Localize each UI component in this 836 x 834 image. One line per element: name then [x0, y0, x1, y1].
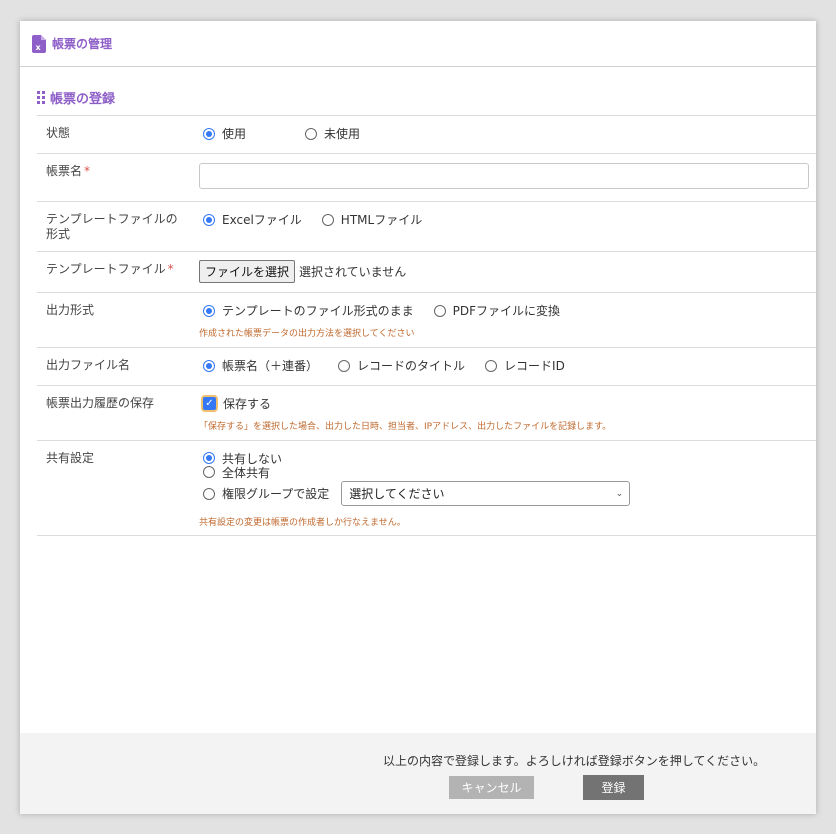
filename-option-record-id[interactable]: レコードID — [481, 357, 565, 374]
excel-file-icon: x — [32, 34, 46, 53]
footer-message: 以上の内容で登録します。よろしければ登録ボタンを押してください。 — [383, 754, 766, 768]
filename-option-record-title[interactable]: レコードのタイトル — [334, 357, 465, 374]
report-name-input[interactable] — [199, 163, 809, 189]
chevron-down-icon: ⌄ — [615, 488, 624, 499]
register-button[interactable]: 登録 — [583, 775, 644, 800]
sharing-hint: 共有設定の変更は帳票の作成者しか行なえません。 — [199, 518, 406, 528]
template-format-label: テンプレートファイルの形式 — [46, 212, 178, 241]
section-title: 帳票の登録 — [37, 88, 115, 107]
form-row-output-format: 出力形式 テンプレートのファイル形式のまま PDFファイルに変換 作成された帳票… — [37, 292, 816, 347]
radio-icon[interactable] — [338, 359, 351, 372]
form-row-sharing: 共有設定 共有しない 全体共有 権限グループで設定 選択してください ⌄ 共有設定… — [37, 440, 816, 536]
name-label: 帳票名 * — [46, 164, 91, 178]
file-status-text: 選択されていません — [299, 265, 407, 279]
status-option-active[interactable]: 使用 — [199, 125, 285, 142]
template-file-label: テンプレートファイル * — [46, 262, 174, 276]
history-label: 帳票出力履歴の保存 — [46, 396, 155, 410]
required-mark: * — [167, 262, 174, 276]
radio-icon[interactable] — [433, 304, 446, 317]
radio-selected-icon[interactable] — [203, 452, 215, 464]
radio-icon[interactable] — [485, 359, 498, 372]
history-hint: 「保存する」を選択した場合、出力した日時、担当者、IPアドレス、出力したファイル… — [199, 422, 612, 432]
grid-dots-icon — [37, 91, 45, 104]
checkbox-checked-icon[interactable]: ✓ — [203, 397, 216, 410]
form-row-name: 帳票名 * — [37, 153, 816, 201]
cancel-button[interactable]: キャンセル — [449, 776, 534, 799]
sharing-option-all[interactable]: 全体共有 — [199, 464, 270, 481]
radio-selected-icon[interactable] — [203, 359, 215, 372]
section-title-text: 帳票の登録 — [50, 92, 116, 107]
form-row-template-file: テンプレートファイル * ファイルを選択 選択されていません — [37, 251, 816, 292]
radio-icon[interactable] — [305, 127, 317, 140]
panel-header: x 帳票の管理 — [20, 21, 816, 67]
sharing-label: 共有設定 — [46, 451, 95, 465]
svg-text:x: x — [36, 43, 42, 52]
radio-icon[interactable] — [321, 213, 334, 226]
registration-form: 状態 使用 未使用 帳票名 * テンプレートファイルの形式 Excelファイル H… — [37, 115, 816, 536]
status-option-inactive[interactable]: 未使用 — [301, 125, 360, 142]
output-format-hint: 作成された帳票データの出力方法を選択してください — [199, 329, 415, 339]
output-option-pdf[interactable]: PDFファイルに変換 — [430, 302, 560, 319]
radio-icon[interactable] — [203, 487, 215, 500]
required-mark: * — [84, 164, 91, 178]
permission-group-select[interactable]: 選択してください ⌄ — [341, 481, 631, 506]
filename-option-report-name[interactable]: 帳票名（＋連番） — [199, 357, 318, 374]
sharing-option-group[interactable]: 権限グループで設定 — [199, 485, 329, 502]
page-title: 帳票の管理 — [52, 37, 113, 51]
report-management-panel: x 帳票の管理 帳票の登録 状態 使用 未使用 帳票名 * テンプレートファイルの… — [20, 21, 816, 814]
form-row-status: 状態 使用 未使用 — [37, 115, 816, 153]
form-row-output-filename: 出力ファイル名 帳票名（＋連番） レコードのタイトル レコードID — [37, 347, 816, 385]
form-row-template-format: テンプレートファイルの形式 Excelファイル HTMLファイル — [37, 201, 816, 251]
radio-selected-icon[interactable] — [203, 213, 215, 226]
radio-selected-icon[interactable] — [203, 127, 215, 140]
save-history-checkbox[interactable]: ✓ 保存する — [199, 395, 271, 412]
status-label: 状態 — [46, 126, 71, 140]
radio-selected-icon[interactable] — [203, 304, 215, 317]
output-format-label: 出力形式 — [46, 303, 95, 317]
output-option-keep[interactable]: テンプレートのファイル形式のまま — [199, 302, 414, 319]
form-row-history: 帳票出力履歴の保存 ✓ 保存する 「保存する」を選択した場合、出力した日時、担当者… — [37, 385, 816, 440]
form-footer: 以上の内容で登録します。よろしければ登録ボタンを押してください。 キャンセル 登… — [20, 733, 816, 814]
radio-icon[interactable] — [203, 466, 215, 478]
format-option-html[interactable]: HTMLファイル — [318, 211, 422, 228]
format-option-excel[interactable]: Excelファイル — [199, 211, 302, 228]
output-filename-label: 出力ファイル名 — [46, 358, 131, 372]
choose-file-button[interactable]: ファイルを選択 — [199, 260, 296, 283]
